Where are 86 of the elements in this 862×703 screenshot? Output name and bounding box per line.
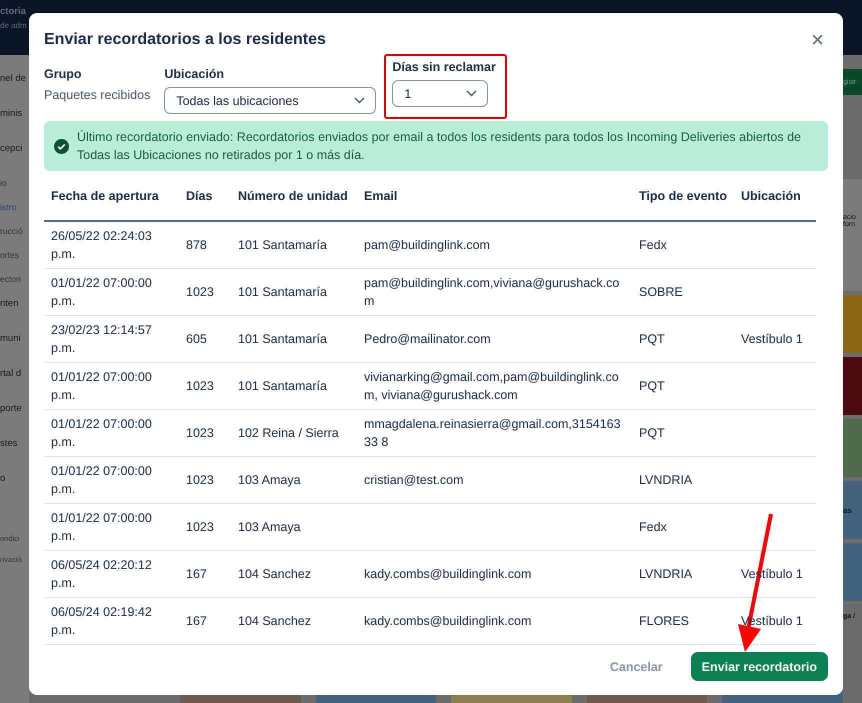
field-label: Ubicación: [164, 67, 226, 81]
sidebar-item[interactable]: o: [0, 473, 6, 484]
check-circle-icon: [54, 138, 69, 154]
table-cell: FLORES: [639, 614, 690, 628]
field-label: Días sin reclamar: [392, 60, 496, 74]
table-cell: PQT: [639, 426, 665, 440]
app-title: ctoria: [0, 6, 26, 17]
table-cell: 06/05/24 02:19:42 p.m.: [51, 604, 152, 636]
table-cell: 1023: [186, 472, 214, 486]
table-cell: LVNDRIA: [639, 566, 692, 580]
sidebar-item[interactable]: io: [0, 178, 7, 188]
sidebar-item[interactable]: porte: [0, 403, 22, 414]
column-header: Fecha de apertura: [51, 189, 159, 203]
table-cell: 01/01/22 07:00:00 p.m.: [51, 464, 152, 496]
table-cell: pam@buildinglink.com: [364, 238, 490, 252]
chevron-down-icon: [354, 97, 366, 104]
table-cell: 06/05/24 02:20:12 p.m.: [51, 558, 152, 590]
sidebar-item[interactable]: minis: [0, 108, 22, 119]
table-cell: Vestíbulo 1: [741, 332, 803, 346]
alert-message: Último recordatorio enviado: Recordatorios enviados por email a todos los residents para todos los Incoming Deliveries abiertos de Todas las Ubicaciones no retirados por 1 o más día.: [77, 129, 802, 164]
days-dropdown[interactable]: 1: [392, 80, 488, 107]
column-header: Tipo de evento: [639, 189, 727, 203]
table-cell: 1023: [186, 426, 214, 440]
table-cell: LVNDRIA: [639, 472, 692, 486]
table-cell: 103 Amaya: [238, 472, 301, 486]
table-cell: cristian@test.com: [364, 472, 464, 486]
sidebar-item[interactable]: istro: [0, 202, 16, 212]
app-title: de adm: [0, 21, 27, 30]
table-cell: kady.combs@buildinglink.com: [364, 614, 532, 628]
location-dropdown[interactable]: Todas las ubicaciones: [164, 87, 376, 114]
table-cell: Pedro@mailinator.com: [364, 332, 491, 346]
table-cell: Fedx: [639, 238, 667, 252]
table-cell: 101 Santamaría: [238, 378, 327, 392]
column-header: Número de unidad: [238, 189, 348, 203]
table-cell: kady.combs@buildinglink.com: [364, 566, 532, 580]
table-cell: 167: [186, 566, 207, 580]
chevron-down-icon: [466, 90, 478, 97]
table-cell: mmagdalena.reinasierra@gmail.com,315416333 8: [364, 416, 621, 448]
field-label: Grupo: [44, 67, 82, 81]
sidebar-item[interactable]: ectori: [0, 274, 21, 284]
table-cell: 104 Sanchez: [238, 566, 311, 580]
table-cell: 01/01/22 07:00:00 p.m.: [51, 416, 152, 448]
sidebar-item[interactable]: stes: [0, 438, 18, 449]
table-cell: 167: [186, 614, 207, 628]
table-cell: 103 Amaya: [238, 520, 301, 534]
sidebar-item[interactable]: rtal d: [0, 368, 22, 379]
column-header: Ubicación: [741, 189, 801, 203]
sidebar-item[interactable]: nten: [0, 298, 18, 309]
table-cell: 101 Santamaría: [238, 238, 327, 252]
table-cell: 26/05/22 02:24:03 p.m.: [51, 228, 152, 261]
tile[interactable]: [843, 357, 862, 415]
table-cell: 01/01/22 07:00:00 p.m.: [51, 370, 152, 402]
table-cell: 1023: [186, 520, 214, 534]
sidebar-item[interactable]: ortes: [0, 250, 19, 260]
table-cell: 104 Sanchez: [238, 614, 311, 628]
tile[interactable]: [843, 543, 862, 601]
table-cell: 102 Reina / Sierra: [238, 426, 339, 440]
cancel-button[interactable]: Cancelar: [610, 660, 663, 674]
sidebar-item[interactable]: muni: [0, 333, 21, 344]
table-cell: 1023: [186, 378, 214, 392]
table-cell: 01/01/22 07:00:00 p.m.: [51, 276, 152, 308]
sidebar-item[interactable]: cepci: [0, 143, 22, 154]
column-header: Días: [186, 189, 212, 203]
table-cell: 101 Santamaría: [238, 332, 327, 346]
tile[interactable]: [843, 295, 862, 353]
table-cell: SOBRE: [639, 284, 683, 298]
sidebar-item[interactable]: rucció: [0, 226, 23, 236]
table-cell: 01/01/22 07:00:00 p.m.: [51, 510, 152, 542]
table-cell: PQT: [639, 378, 665, 392]
group-value: Paquetes recibidos: [44, 88, 150, 102]
table-cell: PQT: [639, 332, 665, 346]
tile[interactable]: [843, 419, 862, 477]
table-cell: 1023: [186, 284, 214, 298]
tile[interactable]: as: [843, 481, 862, 539]
column-header: Email: [364, 189, 398, 203]
sidebar-item[interactable]: nel de: [0, 73, 26, 84]
table-cell: pam@buildinglink.com,viviana@gurushack.com: [364, 276, 620, 308]
send-reminder-button[interactable]: Enviar recordatorio: [690, 652, 828, 681]
table-cell: 23/02/23 12:14:57 p.m.: [51, 322, 152, 354]
table-cell: 101 Santamaría: [238, 284, 327, 298]
close-button[interactable]: ×: [807, 29, 828, 51]
table-cell: vivianarking@gmail.com,pam@buildinglink.com, viviana@gurushack.com: [364, 370, 619, 402]
table-cell: 878: [186, 238, 207, 252]
dialog-title: Enviar recordatorios a los residentes: [44, 31, 326, 49]
table-cell: Fedx: [639, 520, 667, 534]
table-cell: 605: [186, 332, 207, 346]
